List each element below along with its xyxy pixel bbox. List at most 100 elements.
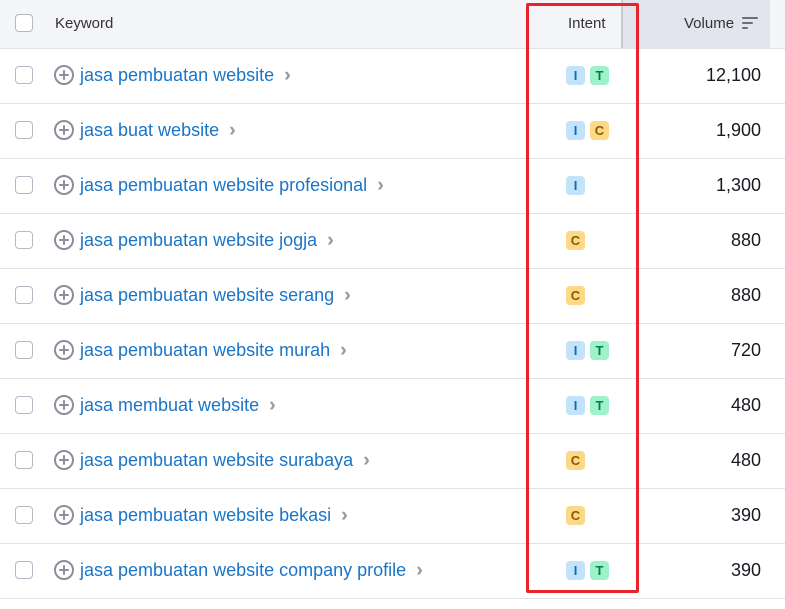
row-checkbox[interactable] — [15, 341, 33, 359]
row-checkbox[interactable] — [15, 451, 33, 469]
intent-badge[interactable]: T — [590, 396, 609, 415]
row-checkbox[interactable] — [15, 66, 33, 84]
table-row: jasa pembuatan website murah ›› I T 720 — [0, 324, 785, 379]
plus-circle-icon[interactable] — [54, 340, 74, 360]
volume-value: 12,100 — [705, 65, 761, 85]
row-checkbox[interactable] — [15, 176, 33, 194]
intent-badges: IT — [566, 396, 609, 415]
keyword-link-wrap: jasa pembuatan website company profile ›› — [80, 560, 421, 581]
row-checkbox[interactable] — [15, 561, 33, 579]
row-checkbox[interactable] — [15, 121, 33, 139]
plus-circle-icon[interactable] — [54, 65, 74, 85]
keyword-link-wrap: jasa pembuatan website murah ›› — [80, 340, 345, 361]
intent-badge[interactable]: T — [590, 561, 609, 580]
table-row: jasa pembuatan website bekasi ›› C 390 — [0, 489, 785, 544]
keyword-link-wrap: jasa pembuatan website bekasi ›› — [80, 505, 346, 526]
intent-column-header[interactable]: Intent — [568, 15, 606, 32]
table-row: jasa pembuatan website company profile ››… — [0, 544, 785, 599]
keyword-link[interactable]: jasa membuat website — [80, 395, 259, 416]
sort-descending-icon[interactable] — [742, 17, 758, 31]
double-chevron-right-icon[interactable]: ›› — [284, 66, 289, 85]
plus-circle-icon[interactable] — [54, 450, 74, 470]
volume-value: 390 — [730, 560, 761, 580]
intent-badge[interactable]: I — [566, 176, 585, 195]
table-row: jasa pembuatan website jogja ›› C 880 — [0, 214, 785, 269]
intent-badge[interactable]: C — [566, 286, 585, 305]
row-checkbox[interactable] — [15, 286, 33, 304]
volume-column-header[interactable]: Volume — [684, 15, 734, 32]
table-body: jasa pembuatan website ›› I T 12,100 jasa bua… — [0, 49, 785, 599]
keyword-link[interactable]: jasa pembuatan website profesional — [80, 175, 367, 196]
table-row: jasa pembuatan website profesional ›› I 1,3… — [0, 159, 785, 214]
intent-badge[interactable]: C — [590, 121, 609, 140]
double-chevron-right-icon[interactable]: ›› — [340, 341, 345, 360]
intent-badge[interactable]: I — [566, 121, 585, 140]
intent-badges: C — [566, 286, 585, 305]
double-chevron-right-icon[interactable]: ›› — [327, 231, 332, 250]
plus-circle-icon[interactable] — [54, 395, 74, 415]
intent-badge[interactable]: C — [566, 231, 585, 250]
volume-value: 880 — [730, 230, 761, 250]
keyword-link[interactable]: jasa pembuatan website company profile — [80, 560, 406, 581]
select-all-checkbox[interactable] — [15, 14, 33, 32]
intent-badge[interactable]: I — [566, 396, 585, 415]
intent-badge[interactable]: I — [566, 341, 585, 360]
keyword-link[interactable]: jasa pembuatan website murah — [80, 340, 330, 361]
plus-circle-icon[interactable] — [54, 285, 74, 305]
keyword-link-wrap: jasa pembuatan website ›› — [80, 65, 289, 86]
keyword-link-wrap: jasa pembuatan website surabaya ›› — [80, 450, 368, 471]
double-chevron-right-icon[interactable]: ›› — [416, 561, 421, 580]
volume-value: 720 — [730, 340, 761, 360]
intent-badge[interactable]: T — [590, 66, 609, 85]
plus-circle-icon[interactable] — [54, 560, 74, 580]
intent-badges: I — [566, 176, 585, 195]
double-chevron-right-icon[interactable]: ›› — [341, 506, 346, 525]
plus-circle-icon[interactable] — [54, 230, 74, 250]
row-checkbox[interactable] — [15, 231, 33, 249]
intent-badges: IC — [566, 121, 609, 140]
plus-circle-icon[interactable] — [54, 505, 74, 525]
table-row: jasa pembuatan website surabaya ›› C 480 — [0, 434, 785, 489]
intent-badge[interactable]: C — [566, 451, 585, 470]
volume-value: 880 — [730, 285, 761, 305]
keyword-link[interactable]: jasa pembuatan website jogja — [80, 230, 317, 251]
row-checkbox[interactable] — [15, 506, 33, 524]
double-chevron-right-icon[interactable]: ›› — [377, 176, 382, 195]
keyword-link[interactable]: jasa pembuatan website surabaya — [80, 450, 353, 471]
intent-badge[interactable]: I — [566, 66, 585, 85]
keyword-link-wrap: jasa pembuatan website jogja ›› — [80, 230, 332, 251]
intent-badges: C — [566, 506, 585, 525]
volume-value: 1,900 — [715, 120, 761, 140]
plus-circle-icon[interactable] — [54, 175, 74, 195]
keyword-table: Keyword Intent Volume jasa pembuatan web… — [0, 0, 785, 599]
keyword-column-header[interactable]: Keyword — [55, 15, 113, 32]
intent-badges: IT — [566, 66, 609, 85]
plus-circle-icon[interactable] — [54, 120, 74, 140]
keyword-link[interactable]: jasa pembuatan website serang — [80, 285, 334, 306]
table-header: Keyword Intent Volume — [0, 0, 785, 49]
intent-badges: IT — [566, 561, 609, 580]
keyword-link[interactable]: jasa buat website — [80, 120, 219, 141]
keyword-link[interactable]: jasa pembuatan website bekasi — [80, 505, 331, 526]
keyword-link-wrap: jasa buat website ›› — [80, 120, 234, 141]
volume-value: 480 — [730, 395, 761, 415]
intent-badges: IT — [566, 341, 609, 360]
double-chevron-right-icon[interactable]: ›› — [229, 121, 234, 140]
row-checkbox[interactable] — [15, 396, 33, 414]
double-chevron-right-icon[interactable]: ›› — [269, 396, 274, 415]
keyword-link-wrap: jasa pembuatan website profesional ›› — [80, 175, 382, 196]
double-chevron-right-icon[interactable]: ›› — [344, 286, 349, 305]
table-row: jasa buat website ›› I C 1,900 — [0, 104, 785, 159]
volume-value: 390 — [730, 505, 761, 525]
table-row: jasa membuat website ›› I T 480 — [0, 379, 785, 434]
volume-value: 480 — [730, 450, 761, 470]
double-chevron-right-icon[interactable]: ›› — [363, 451, 368, 470]
table-row: jasa pembuatan website ›› I T 12,100 — [0, 49, 785, 104]
intent-badges: C — [566, 231, 585, 250]
volume-value: 1,300 — [715, 175, 761, 195]
intent-badge[interactable]: C — [566, 506, 585, 525]
intent-badge[interactable]: T — [590, 341, 609, 360]
keyword-link[interactable]: jasa pembuatan website — [80, 65, 274, 86]
intent-badges: C — [566, 451, 585, 470]
intent-badge[interactable]: I — [566, 561, 585, 580]
